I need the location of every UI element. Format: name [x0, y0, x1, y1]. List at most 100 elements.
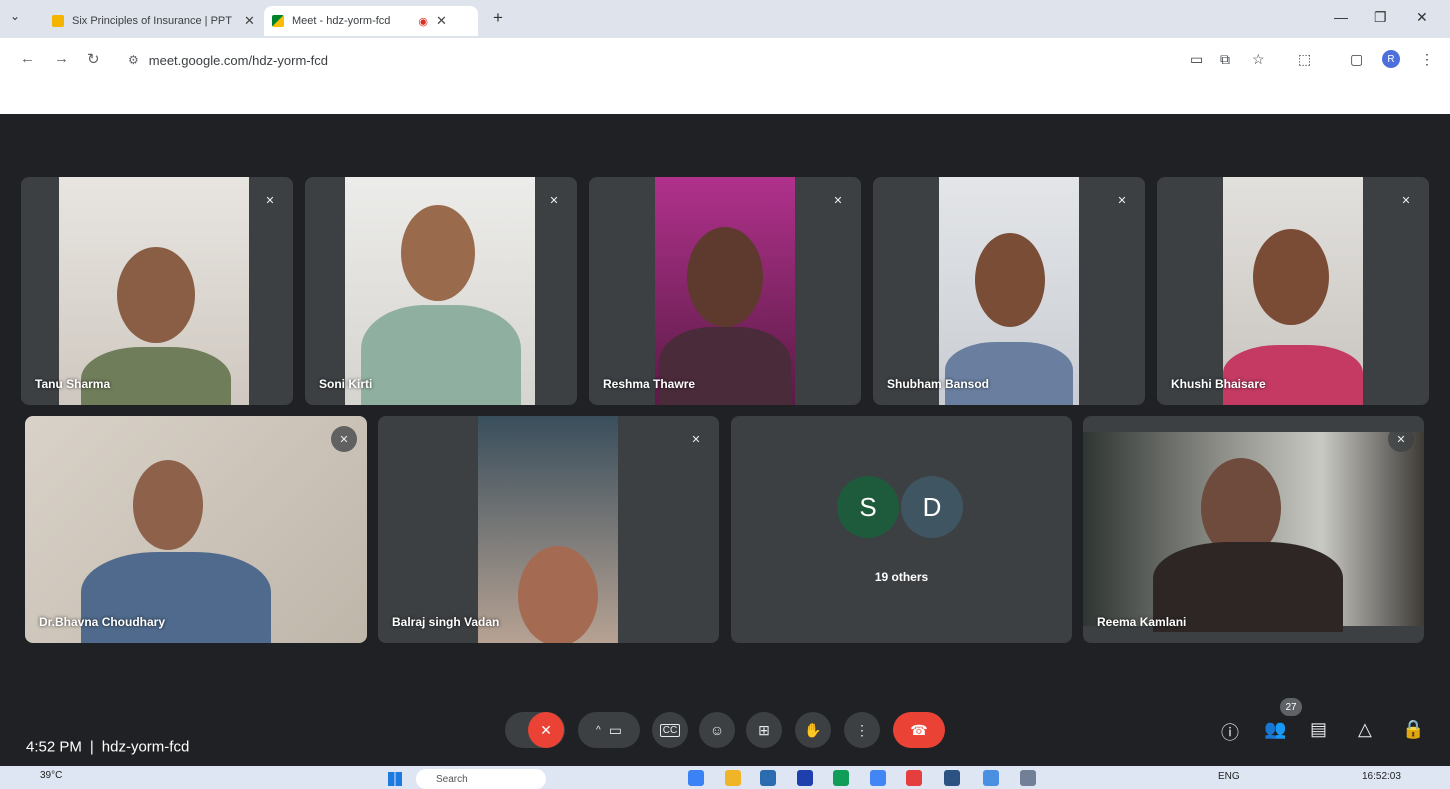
participant-video	[655, 177, 795, 405]
site-info-icon[interactable]: ⚙	[128, 53, 139, 67]
tab-meet[interactable]: Meet - hdz-yorm-fcd ◉ ✕	[264, 6, 478, 36]
activities-icon[interactable]: △	[1358, 719, 1372, 740]
tab-title: Six Principles of Insurance | PPT	[72, 15, 232, 27]
extensions-icon[interactable]: ⬚	[1298, 51, 1311, 68]
address-bar-row: ← → ↻ ⚙ meet.google.com/hdz-yorm-fcd ▭ ⧉…	[0, 38, 1450, 82]
weather-temperature[interactable]: 39°C	[40, 770, 62, 781]
new-tab-icon[interactable]: +	[493, 8, 503, 28]
language-indicator[interactable]: ENG	[1218, 771, 1240, 782]
mic-toggle-button[interactable]: ✕	[528, 712, 564, 748]
profile-avatar[interactable]: R	[1382, 50, 1400, 68]
mic-off-icon: ✕	[683, 426, 709, 452]
taskbar-search-box[interactable]: Search	[416, 769, 546, 789]
recording-indicator-icon: ◉	[418, 15, 429, 28]
chrome-menu-icon[interactable]: ⋮	[1420, 51, 1434, 68]
file-explorer-icon[interactable]	[725, 770, 741, 786]
participant-tile[interactable]: ✕ Khushi Bhaisare	[1157, 177, 1429, 405]
mic-off-icon: ✕	[1109, 187, 1135, 213]
participant-name: Reema Kamlani	[1097, 615, 1187, 629]
participant-video	[939, 177, 1079, 405]
close-window-icon[interactable]: ✕	[1416, 9, 1428, 26]
others-count-label: 19 others	[874, 570, 929, 584]
bookmark-star-icon[interactable]: ☆	[1252, 51, 1265, 68]
people-icon[interactable]: 👥	[1264, 719, 1286, 740]
leave-call-button[interactable]: ☎	[893, 712, 945, 748]
emoji-icon: ☺	[709, 722, 725, 738]
participant-count-badge: 27	[1280, 698, 1302, 716]
settings-icon[interactable]	[1020, 770, 1036, 786]
meeting-details-info-icon[interactable]: ⓘ	[1221, 719, 1239, 745]
windows-taskbar: 39°C Search ENG 16:52:03	[0, 766, 1450, 789]
present-screen-icon: ⊞	[758, 721, 770, 738]
mic-off-icon: ✕	[331, 426, 357, 452]
chrome-taskbar-icon[interactable]	[688, 770, 704, 786]
captions-button[interactable]: CC	[652, 712, 688, 748]
more-vert-icon: ⋮	[855, 721, 869, 738]
captions-icon: CC	[659, 723, 681, 737]
chevron-up-icon: ^	[596, 724, 601, 736]
participant-name: Soni Kirti	[319, 377, 373, 391]
close-tab-icon[interactable]: ✕	[244, 13, 255, 29]
close-tab-icon[interactable]: ✕	[436, 13, 447, 29]
chat-icon[interactable]: ▤	[1310, 719, 1327, 740]
participant-tile[interactable]: ✕ Dr.Bhavna Choudhary	[25, 416, 367, 643]
store-icon[interactable]	[760, 770, 776, 786]
camera-button[interactable]: ^ ▭	[578, 712, 640, 748]
url-omnibox[interactable]: ⚙ meet.google.com/hdz-yorm-fcd	[122, 45, 1182, 75]
minimize-icon[interactable]: —	[1334, 9, 1348, 25]
windows-start-icon[interactable]	[388, 772, 402, 786]
participant-video	[345, 177, 535, 405]
mic-off-icon: ✕	[257, 187, 283, 213]
mic-off-icon: ✕	[1388, 426, 1414, 452]
mic-off-icon: ✕	[825, 187, 851, 213]
participant-name: Shubham Bansod	[887, 377, 990, 391]
raise-hand-button[interactable]: ✋	[795, 712, 831, 748]
participant-name: Reshma Thawre	[603, 377, 696, 391]
host-controls-lock-icon[interactable]: 🔒	[1402, 719, 1424, 740]
browser-content-top-strip	[0, 82, 1450, 114]
meeting-code: hdz-yorm-fcd	[101, 738, 190, 756]
edge-icon[interactable]	[833, 770, 849, 786]
tab-insurance-ppt[interactable]: Six Principles of Insurance | PPT ✕	[44, 6, 263, 36]
app-icon[interactable]	[983, 770, 999, 786]
translate-icon[interactable]: ⧉	[1220, 51, 1230, 68]
camera-in-use-icon[interactable]: ▭	[1190, 51, 1203, 68]
restore-icon[interactable]: ❐	[1374, 9, 1387, 26]
side-panel-icon[interactable]: ▢	[1350, 51, 1363, 68]
reload-icon[interactable]: ↻	[87, 50, 100, 68]
word-icon[interactable]	[944, 770, 960, 786]
meet-favicon-icon	[272, 15, 284, 27]
present-button[interactable]: ⊞	[746, 712, 782, 748]
mail-icon[interactable]	[797, 770, 813, 786]
back-icon[interactable]: ←	[20, 50, 35, 67]
meeting-time: 4:52 PM	[26, 738, 82, 756]
browser-tab-strip: ⌄ Six Principles of Insurance | PPT ✕ Me…	[0, 0, 1450, 38]
tab-title: Meet - hdz-yorm-fcd	[292, 15, 391, 27]
system-clock[interactable]: 16:52:03	[1362, 771, 1401, 782]
participant-tile[interactable]: ✕ Balraj singh Vadan	[378, 416, 719, 643]
meeting-info-separator: |	[89, 738, 94, 756]
mic-off-icon: ✕	[540, 721, 552, 738]
participant-tile[interactable]: ✕ Shubham Bansod	[873, 177, 1145, 405]
meeting-info: 4:52 PM | hdz-yorm-fcd	[26, 739, 189, 756]
forward-icon[interactable]: →	[54, 50, 69, 67]
others-tile[interactable]: S D 19 others	[731, 416, 1072, 643]
app-icon[interactable]	[906, 770, 922, 786]
participant-tile[interactable]: ✕ Soni Kirti	[305, 177, 577, 405]
search-placeholder: Search	[436, 774, 468, 785]
participant-name: Khushi Bhaisare	[1171, 377, 1266, 391]
chrome-profile-icon[interactable]	[870, 770, 886, 786]
avatar: S	[837, 476, 899, 538]
more-options-button[interactable]: ⋮	[844, 712, 880, 748]
reactions-button[interactable]: ☺	[699, 712, 735, 748]
participant-tile[interactable]: ✕ Reema Kamlani	[1083, 416, 1424, 643]
participant-video	[59, 177, 249, 405]
participant-name: Dr.Bhavna Choudhary	[39, 615, 166, 629]
participant-video	[1223, 177, 1363, 405]
mic-off-icon: ✕	[541, 187, 567, 213]
participant-tile[interactable]: ✕ Tanu Sharma	[21, 177, 293, 405]
participant-tile[interactable]: ✕ Reshma Thawre	[589, 177, 861, 405]
tab-search-chevron-icon[interactable]: ⌄	[10, 9, 20, 23]
participant-name: Balraj singh Vadan	[392, 615, 500, 629]
end-call-icon: ☎	[910, 721, 928, 738]
